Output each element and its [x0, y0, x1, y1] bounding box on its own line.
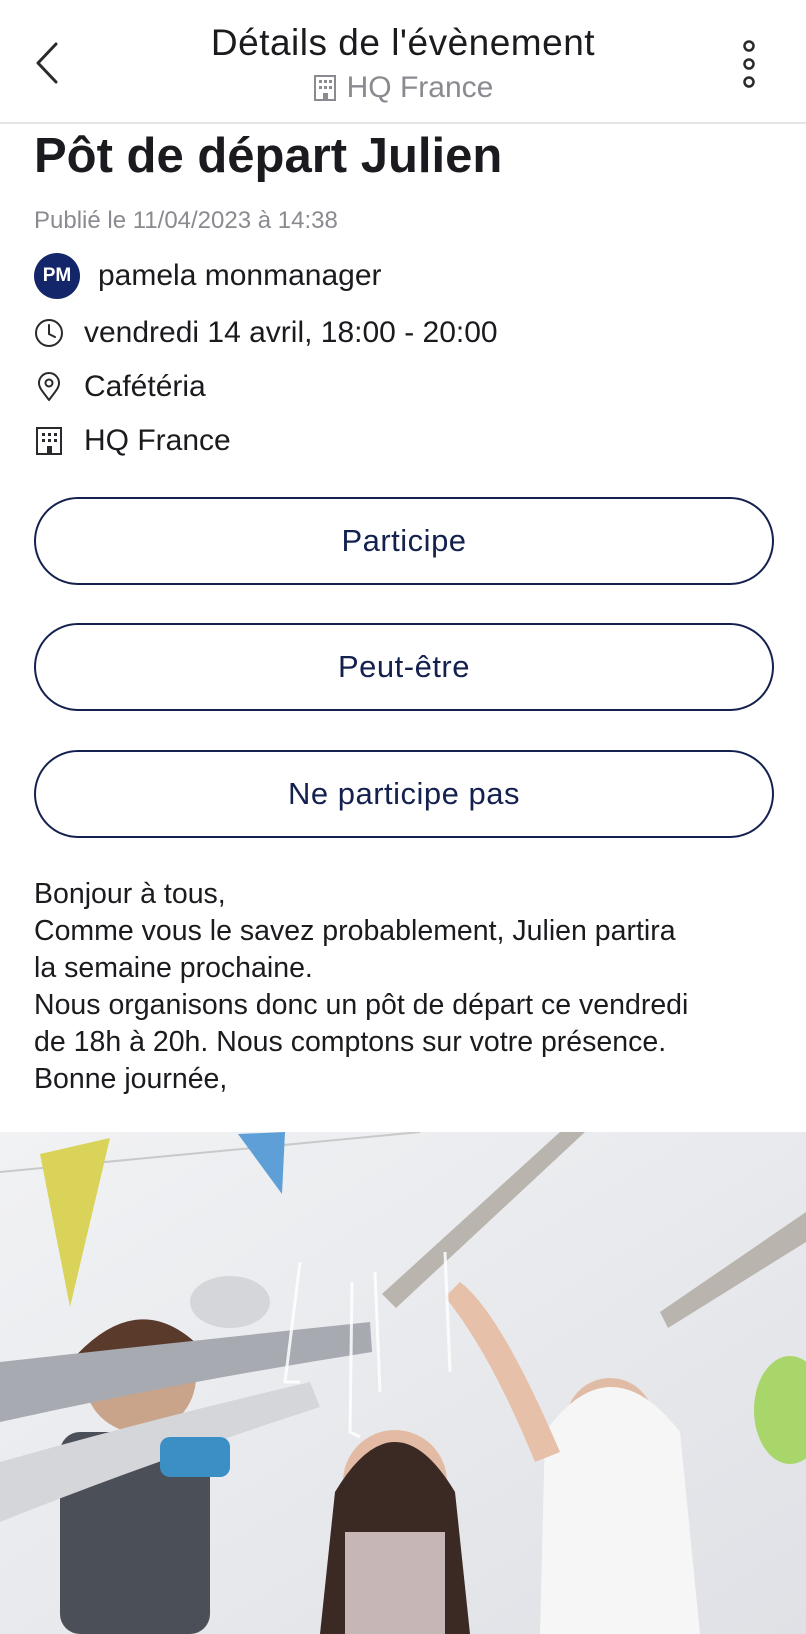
participate-button[interactable]: Participe [34, 497, 774, 585]
page-title: Détails de l'évènement [210, 22, 596, 63]
organizer-row[interactable]: PM pamela monmanager [34, 253, 382, 299]
top-app-bar: Détails de l'évènement HQ France [0, 0, 806, 124]
description-line: Bonne journée, [34, 1063, 228, 1095]
event-site: HQ France [84, 424, 231, 457]
back-button[interactable] [30, 38, 66, 88]
building-icon [34, 426, 64, 456]
not-participate-button[interactable]: Ne participe pas [34, 750, 774, 838]
event-title: Pôt de départ Julien [34, 129, 503, 183]
header-site-label: HQ France [346, 71, 494, 104]
clock-icon [34, 318, 64, 348]
event-description: Bonjour à tous, Comme vous le savez prob… [34, 876, 794, 1098]
header-subtitle: HQ France [100, 68, 706, 108]
location-row: Cafétéria [34, 370, 206, 404]
description-line: Nous organisons donc un pôt de départ ce… [34, 989, 689, 1021]
site-row: HQ France [34, 424, 231, 458]
chevron-left-icon [36, 42, 58, 84]
avatar: PM [34, 253, 80, 299]
event-datetime: vendredi 14 avril, 18:00 - 20:00 [84, 316, 498, 349]
datetime-row: vendredi 14 avril, 18:00 - 20:00 [34, 316, 498, 350]
more-options-button[interactable] [732, 36, 766, 92]
more-vertical-icon [743, 40, 755, 88]
description-line: Bonjour à tous, [34, 878, 226, 910]
event-photo [0, 1132, 806, 1634]
location-pin-icon [34, 372, 64, 402]
organizer-name: pamela monmanager [98, 259, 382, 292]
published-date: Publié le 11/04/2023 à 14:38 [34, 207, 338, 234]
description-line: Comme vous le savez probablement, Julien… [34, 915, 676, 947]
description-line: de 18h à 20h. Nous comptons sur votre pr… [34, 1026, 667, 1058]
header-title-block: Détails de l'évènement HQ France [100, 20, 706, 108]
maybe-button[interactable]: Peut-être [34, 623, 774, 711]
description-line: la semaine prochaine. [34, 952, 313, 984]
building-icon [313, 75, 336, 101]
event-location: Cafétéria [84, 370, 206, 403]
